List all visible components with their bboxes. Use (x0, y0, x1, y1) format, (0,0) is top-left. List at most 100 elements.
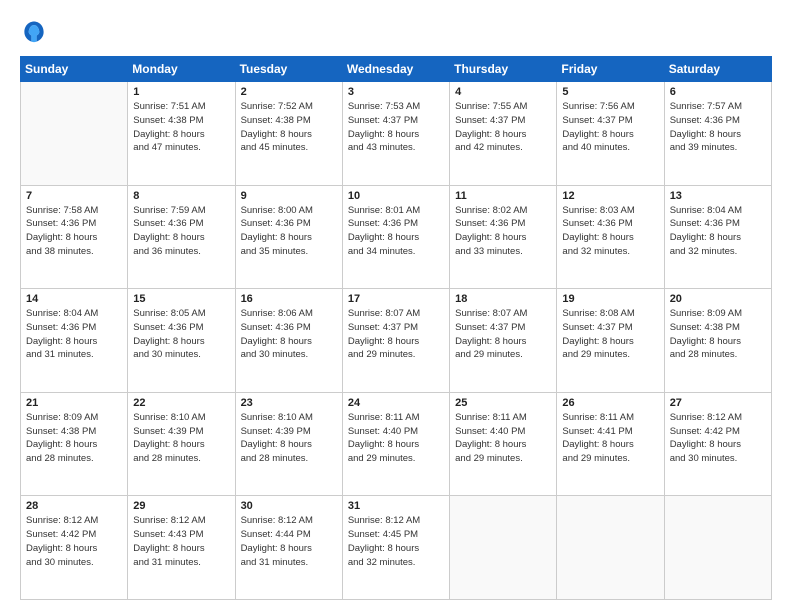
day-info: Sunrise: 8:04 AM Sunset: 4:36 PM Dayligh… (26, 307, 122, 362)
day-info: Sunrise: 8:10 AM Sunset: 4:39 PM Dayligh… (241, 411, 337, 466)
day-number: 2 (241, 86, 337, 98)
header (20, 18, 772, 46)
weekday-header-wednesday: Wednesday (342, 57, 449, 82)
day-info: Sunrise: 8:10 AM Sunset: 4:39 PM Dayligh… (133, 411, 229, 466)
day-number: 6 (670, 86, 766, 98)
calendar-cell: 16 Sunrise: 8:06 AM Sunset: 4:36 PM Dayli… (235, 289, 342, 393)
day-info: Sunrise: 7:55 AM Sunset: 4:37 PM Dayligh… (455, 100, 551, 155)
calendar-cell (664, 496, 771, 600)
calendar-table: SundayMondayTuesdayWednesdayThursdayFrid… (20, 56, 772, 600)
calendar-cell: 4 Sunrise: 7:55 AM Sunset: 4:37 PM Daylig… (450, 82, 557, 186)
day-number: 17 (348, 293, 444, 305)
calendar-cell: 23 Sunrise: 8:10 AM Sunset: 4:39 PM Dayli… (235, 392, 342, 496)
day-number: 30 (241, 500, 337, 512)
page: SundayMondayTuesdayWednesdayThursdayFrid… (0, 0, 792, 612)
calendar-cell: 6 Sunrise: 7:57 AM Sunset: 4:36 PM Daylig… (664, 82, 771, 186)
calendar-cell: 26Sunrise: 8:11 AM Sunset: 4:41 PM Dayli… (557, 392, 664, 496)
calendar-cell: 25 Sunrise: 8:11 AM Sunset: 4:40 PM Dayli… (450, 392, 557, 496)
logo (20, 18, 52, 46)
calendar-cell: 14Sunrise: 8:04 AM Sunset: 4:36 PM Dayli… (21, 289, 128, 393)
logo-icon (20, 18, 48, 46)
calendar-cell (21, 82, 128, 186)
day-info: Sunrise: 8:01 AM Sunset: 4:36 PM Dayligh… (348, 204, 444, 259)
day-info: Sunrise: 8:11 AM Sunset: 4:40 PM Dayligh… (455, 411, 551, 466)
day-number: 5 (562, 86, 658, 98)
day-info: Sunrise: 7:59 AM Sunset: 4:36 PM Dayligh… (133, 204, 229, 259)
day-number: 11 (455, 190, 551, 202)
day-number: 18 (455, 293, 551, 305)
day-info: Sunrise: 8:09 AM Sunset: 4:38 PM Dayligh… (26, 411, 122, 466)
day-number: 8 (133, 190, 229, 202)
day-number: 19 (562, 293, 658, 305)
day-info: Sunrise: 8:02 AM Sunset: 4:36 PM Dayligh… (455, 204, 551, 259)
day-number: 15 (133, 293, 229, 305)
calendar-cell: 28 Sunrise: 8:12 AM Sunset: 4:42 PM Dayli… (21, 496, 128, 600)
calendar-cell: 17 Sunrise: 8:07 AM Sunset: 4:37 PM Dayli… (342, 289, 449, 393)
day-info: Sunrise: 8:08 AM Sunset: 4:37 PM Dayligh… (562, 307, 658, 362)
day-number: 7 (26, 190, 122, 202)
day-number: 4 (455, 86, 551, 98)
calendar-cell: 21Sunrise: 8:09 AM Sunset: 4:38 PM Dayli… (21, 392, 128, 496)
day-number: 3 (348, 86, 444, 98)
day-info: Sunrise: 7:58 AM Sunset: 4:36 PM Dayligh… (26, 204, 122, 259)
weekday-header-friday: Friday (557, 57, 664, 82)
day-info: Sunrise: 8:11 AM Sunset: 4:40 PM Dayligh… (348, 411, 444, 466)
day-number: 29 (133, 500, 229, 512)
day-number: 25 (455, 397, 551, 409)
calendar-cell: 19 Sunrise: 8:08 AM Sunset: 4:37 PM Dayli… (557, 289, 664, 393)
day-info: Sunrise: 8:07 AM Sunset: 4:37 PM Dayligh… (455, 307, 551, 362)
day-info: Sunrise: 7:57 AM Sunset: 4:36 PM Dayligh… (670, 100, 766, 155)
day-number: 22 (133, 397, 229, 409)
day-info: Sunrise: 8:12 AM Sunset: 4:42 PM Dayligh… (26, 514, 122, 569)
calendar-cell: 22 Sunrise: 8:10 AM Sunset: 4:39 PM Dayli… (128, 392, 235, 496)
calendar-week-5: 28 Sunrise: 8:12 AM Sunset: 4:42 PM Dayli… (21, 496, 772, 600)
calendar-cell: 30 Sunrise: 8:12 AM Sunset: 4:44 PM Dayli… (235, 496, 342, 600)
day-info: Sunrise: 7:53 AM Sunset: 4:37 PM Dayligh… (348, 100, 444, 155)
day-number: 28 (26, 500, 122, 512)
calendar-cell (557, 496, 664, 600)
day-number: 31 (348, 500, 444, 512)
calendar-cell: 24Sunrise: 8:11 AM Sunset: 4:40 PM Dayli… (342, 392, 449, 496)
day-number: 10 (348, 190, 444, 202)
calendar-cell: 29 Sunrise: 8:12 AM Sunset: 4:43 PM Dayli… (128, 496, 235, 600)
calendar-week-4: 21Sunrise: 8:09 AM Sunset: 4:38 PM Dayli… (21, 392, 772, 496)
day-info: Sunrise: 8:05 AM Sunset: 4:36 PM Dayligh… (133, 307, 229, 362)
calendar-cell: 18 Sunrise: 8:07 AM Sunset: 4:37 PM Dayli… (450, 289, 557, 393)
day-number: 12 (562, 190, 658, 202)
calendar-cell (450, 496, 557, 600)
calendar-cell: 9Sunrise: 8:00 AM Sunset: 4:36 PM Daylig… (235, 185, 342, 289)
calendar-cell: 2 Sunrise: 7:52 AM Sunset: 4:38 PM Daylig… (235, 82, 342, 186)
calendar-cell: 13Sunrise: 8:04 AM Sunset: 4:36 PM Dayli… (664, 185, 771, 289)
calendar-week-3: 14Sunrise: 8:04 AM Sunset: 4:36 PM Dayli… (21, 289, 772, 393)
day-info: Sunrise: 8:12 AM Sunset: 4:43 PM Dayligh… (133, 514, 229, 569)
day-info: Sunrise: 8:12 AM Sunset: 4:42 PM Dayligh… (670, 411, 766, 466)
day-number: 27 (670, 397, 766, 409)
day-info: Sunrise: 7:52 AM Sunset: 4:38 PM Dayligh… (241, 100, 337, 155)
calendar-week-1: 1 Sunrise: 7:51 AM Sunset: 4:38 PM Daylig… (21, 82, 772, 186)
day-info: Sunrise: 7:51 AM Sunset: 4:38 PM Dayligh… (133, 100, 229, 155)
day-number: 9 (241, 190, 337, 202)
calendar-cell: 31 Sunrise: 8:12 AM Sunset: 4:45 PM Dayli… (342, 496, 449, 600)
weekday-header-tuesday: Tuesday (235, 57, 342, 82)
calendar-cell: 8 Sunrise: 7:59 AM Sunset: 4:36 PM Daylig… (128, 185, 235, 289)
weekday-header-saturday: Saturday (664, 57, 771, 82)
day-info: Sunrise: 8:06 AM Sunset: 4:36 PM Dayligh… (241, 307, 337, 362)
calendar-cell: 11 Sunrise: 8:02 AM Sunset: 4:36 PM Dayli… (450, 185, 557, 289)
calendar-cell: 5 Sunrise: 7:56 AM Sunset: 4:37 PM Daylig… (557, 82, 664, 186)
calendar-cell: 27 Sunrise: 8:12 AM Sunset: 4:42 PM Dayli… (664, 392, 771, 496)
day-info: Sunrise: 8:09 AM Sunset: 4:38 PM Dayligh… (670, 307, 766, 362)
day-number: 16 (241, 293, 337, 305)
day-number: 23 (241, 397, 337, 409)
day-number: 1 (133, 86, 229, 98)
day-info: Sunrise: 8:04 AM Sunset: 4:36 PM Dayligh… (670, 204, 766, 259)
day-number: 26 (562, 397, 658, 409)
weekday-header-thursday: Thursday (450, 57, 557, 82)
day-info: Sunrise: 7:56 AM Sunset: 4:37 PM Dayligh… (562, 100, 658, 155)
day-info: Sunrise: 8:12 AM Sunset: 4:45 PM Dayligh… (348, 514, 444, 569)
day-info: Sunrise: 8:03 AM Sunset: 4:36 PM Dayligh… (562, 204, 658, 259)
day-number: 20 (670, 293, 766, 305)
day-info: Sunrise: 8:07 AM Sunset: 4:37 PM Dayligh… (348, 307, 444, 362)
calendar-cell: 10 Sunrise: 8:01 AM Sunset: 4:36 PM Dayli… (342, 185, 449, 289)
day-info: Sunrise: 8:12 AM Sunset: 4:44 PM Dayligh… (241, 514, 337, 569)
calendar-cell: 3 Sunrise: 7:53 AM Sunset: 4:37 PM Daylig… (342, 82, 449, 186)
